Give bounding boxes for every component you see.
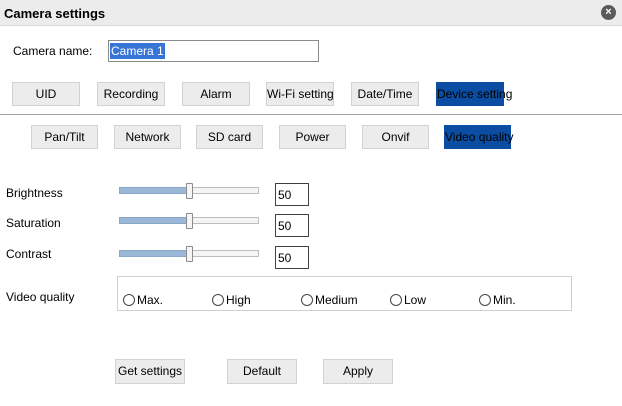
tab-wifi-setting[interactable]: Wi-Fi setting (266, 82, 334, 106)
slider-fill (119, 217, 189, 224)
slider-thumb[interactable] (186, 246, 193, 262)
contrast-label: Contrast (6, 247, 52, 261)
close-icon[interactable]: × (601, 5, 616, 20)
radio-max[interactable]: Max. (123, 292, 163, 308)
contrast-value-input[interactable]: 50 (275, 246, 309, 269)
window-title: Camera settings (4, 6, 106, 21)
saturation-value-input[interactable]: 50 (275, 214, 309, 237)
slider-thumb[interactable] (186, 213, 193, 229)
tab-uid[interactable]: UID (12, 82, 80, 106)
radio-label: Low (404, 292, 427, 307)
radio-min[interactable]: Min. (479, 292, 516, 308)
default-button[interactable]: Default (227, 359, 297, 384)
brightness-slider[interactable] (119, 183, 259, 199)
subtab-pan-tilt[interactable]: Pan/Tilt (31, 125, 98, 149)
divider (0, 114, 622, 115)
tab-date-time[interactable]: Date/Time (351, 82, 419, 106)
radio-medium[interactable]: Medium (301, 292, 358, 308)
subtab-onvif[interactable]: Onvif (362, 125, 429, 149)
subtab-network[interactable]: Network (114, 125, 181, 149)
title-bar: Camera settings × (0, 0, 622, 26)
camera-name-label: Camera name: (13, 44, 93, 58)
radio-low[interactable]: Low (390, 292, 426, 308)
subtab-sd-card[interactable]: SD card (196, 125, 263, 149)
radio-high[interactable]: High (212, 292, 251, 308)
radio-circle (123, 293, 135, 306)
subtab-power[interactable]: Power (279, 125, 346, 149)
radio-circle (212, 293, 224, 306)
brightness-value-input[interactable]: 50 (275, 183, 309, 206)
apply-button[interactable]: Apply (323, 359, 393, 384)
get-settings-button[interactable]: Get settings (115, 359, 185, 384)
tab-device-setting[interactable]: Device setting (436, 82, 512, 106)
radio-label: Min. (493, 292, 516, 307)
saturation-label: Saturation (6, 216, 61, 230)
video-quality-label: Video quality (6, 290, 75, 304)
radio-label: Max. (137, 292, 164, 307)
tab-alarm[interactable]: Alarm (182, 82, 250, 106)
subtab-video-quality[interactable]: Video quality (444, 125, 514, 149)
brightness-label: Brightness (6, 186, 63, 200)
camera-name-value: Camera 1 (110, 43, 165, 59)
camera-name-input[interactable]: Camera 1 (108, 40, 319, 62)
tab-recording[interactable]: Recording (97, 82, 165, 106)
radio-circle (301, 293, 313, 306)
slider-thumb[interactable] (186, 183, 193, 199)
contrast-slider[interactable] (119, 246, 259, 262)
radio-circle (479, 293, 491, 306)
radio-circle (390, 293, 402, 306)
slider-fill (119, 187, 189, 194)
radio-label: High (226, 292, 251, 307)
slider-fill (119, 250, 189, 257)
radio-label: Medium (315, 292, 358, 307)
saturation-slider[interactable] (119, 213, 259, 229)
